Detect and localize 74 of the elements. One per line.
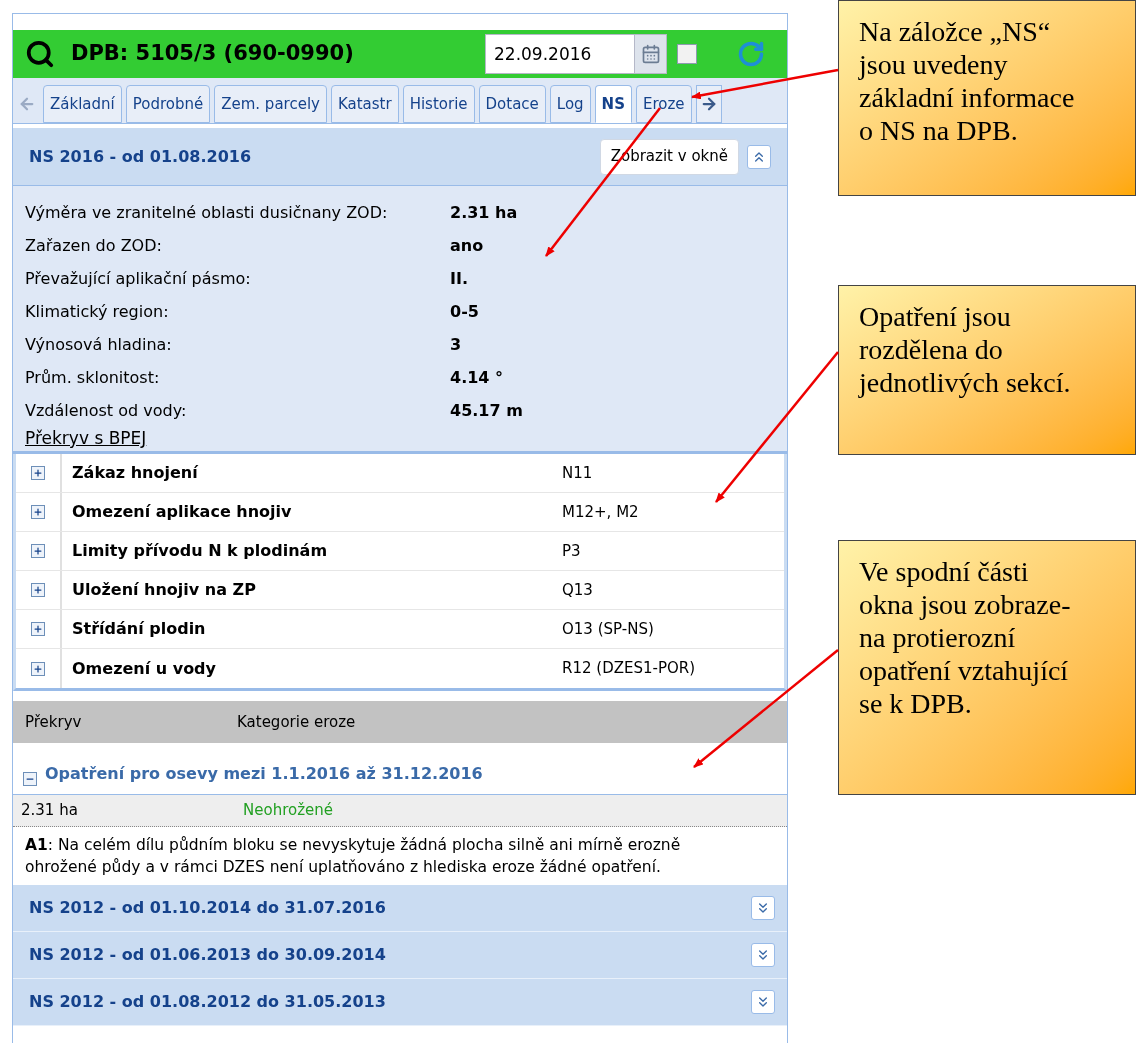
measure-code: R12 (DZES1-POR) bbox=[562, 658, 696, 680]
tab[interactable]: Log bbox=[549, 85, 591, 123]
search-icon bbox=[25, 39, 55, 69]
collapse-button[interactable] bbox=[747, 144, 771, 169]
expand-button[interactable] bbox=[31, 583, 45, 597]
window-title: DPB: 5105/3 (690-0990) bbox=[71, 40, 354, 68]
section-title: NS 2012 - od 01.10.2014 do 31.07.2016 bbox=[29, 897, 386, 919]
tab[interactable]: Historie bbox=[402, 85, 475, 123]
plus-icon bbox=[33, 546, 43, 556]
tab[interactable]: Zem. parcely bbox=[214, 85, 327, 123]
note-text: A1: Na celém dílu půdním bloku se nevyskytuje žádná plocha silně ani mírně erozně ohrožené půdy a v rámci DZES není uplatňováno z hlediska eroze žádné opatření. bbox=[25, 835, 682, 878]
calendar-icon bbox=[640, 44, 661, 64]
expand-button[interactable] bbox=[31, 466, 45, 480]
expand-button[interactable] bbox=[751, 990, 775, 1014]
section-title: NS 2012 - od 01.06.2013 do 30.09.2014 bbox=[29, 944, 386, 966]
tab[interactable]: Základní bbox=[43, 85, 122, 123]
section-title: NS 2016 - od 01.08.2016 bbox=[29, 145, 252, 168]
expand-button[interactable] bbox=[31, 661, 45, 676]
plus-icon bbox=[33, 585, 43, 595]
expand-button[interactable] bbox=[751, 896, 775, 920]
calendar-button[interactable] bbox=[635, 34, 667, 74]
area-cell-text: 2.31 ha bbox=[21, 800, 79, 822]
column-header: Kategorie eroze bbox=[237, 711, 356, 733]
info-label: Prům. sklonitost: bbox=[25, 366, 161, 389]
info-label: Výměra ve zranitelné oblasti dusičnany ZOD: bbox=[25, 201, 389, 224]
info-value: 3 bbox=[450, 333, 462, 356]
measure-name: Zákaz hnojení bbox=[72, 462, 199, 484]
measure-name: Limity přívodu N k plodinám bbox=[72, 540, 329, 562]
section-title: NS 2012 - od 01.08.2012 do 31.05.2013 bbox=[29, 991, 386, 1013]
plus-icon bbox=[33, 468, 43, 478]
column-header: Překryv bbox=[25, 711, 83, 733]
expand-button[interactable] bbox=[31, 505, 45, 519]
tab[interactable]: Katastr bbox=[330, 85, 399, 123]
expand-button[interactable] bbox=[31, 622, 45, 636]
measure-name: Střídání plodin bbox=[72, 618, 207, 640]
callout-text: Opatření jsou rozdělena do jednotlivých sekcí. bbox=[859, 300, 1072, 399]
measure-name: Omezení aplikace hnojiv bbox=[72, 501, 293, 523]
info-label: Převažující aplikační pásmo: bbox=[25, 267, 252, 290]
measure-code: M12+, M2 bbox=[562, 501, 639, 523]
callout-text: Na záložce „NS“ jsou uvedeny základní informace o NS na DPB. bbox=[859, 15, 1076, 147]
overlap-link[interactable]: Překryv s BPEJ bbox=[25, 427, 147, 449]
expand-button[interactable] bbox=[31, 544, 45, 558]
info-value: 0-5 bbox=[450, 300, 479, 323]
checkbox[interactable] bbox=[677, 44, 697, 64]
info-value: 45.17 m bbox=[450, 399, 523, 422]
info-value: ano bbox=[450, 234, 484, 257]
measure-code: P3 bbox=[562, 540, 581, 562]
tab[interactable]: Podrobné bbox=[125, 85, 211, 123]
plus-icon bbox=[33, 507, 43, 517]
expand-button[interactable] bbox=[751, 943, 775, 967]
info-label: Klimatický region: bbox=[25, 300, 170, 323]
callout-text: Ve spodní části okna jsou zobraze- na protierozní opatření vztahující se k DPB. bbox=[859, 555, 1072, 720]
refresh-icon bbox=[737, 40, 765, 68]
category-cell-text: Neohrožené bbox=[243, 800, 333, 822]
date-field[interactable]: 22.09.2016 bbox=[485, 34, 635, 74]
measure-code: Q13 bbox=[562, 579, 593, 601]
info-label: Zařazen do ZOD: bbox=[25, 234, 163, 257]
info-value: II. bbox=[450, 267, 468, 290]
measure-code: O13 (SP-NS) bbox=[562, 618, 654, 640]
tab[interactable]: Dotace bbox=[478, 85, 546, 123]
info-value: 2.31 ha bbox=[450, 201, 518, 224]
info-label: Výnosová hladina: bbox=[25, 333, 173, 356]
scroll-right-button[interactable] bbox=[695, 85, 722, 123]
plus-icon bbox=[33, 624, 43, 634]
collapse-button[interactable] bbox=[23, 772, 37, 786]
tab[interactable]: NS bbox=[594, 85, 632, 123]
group-title: Opatření pro osevy mezi 1.1.2016 až 31.12.2016 bbox=[45, 763, 483, 785]
measure-name: Uložení hnojiv na ZP bbox=[72, 579, 257, 601]
measure-name: Omezení u vody bbox=[72, 657, 217, 680]
measure-code: N11 bbox=[562, 462, 593, 484]
tab[interactable]: Eroze bbox=[635, 85, 692, 123]
plus-icon bbox=[33, 663, 43, 674]
info-value: 4.14 ° bbox=[450, 366, 504, 389]
info-label: Vzdálenost od vody: bbox=[25, 399, 188, 422]
